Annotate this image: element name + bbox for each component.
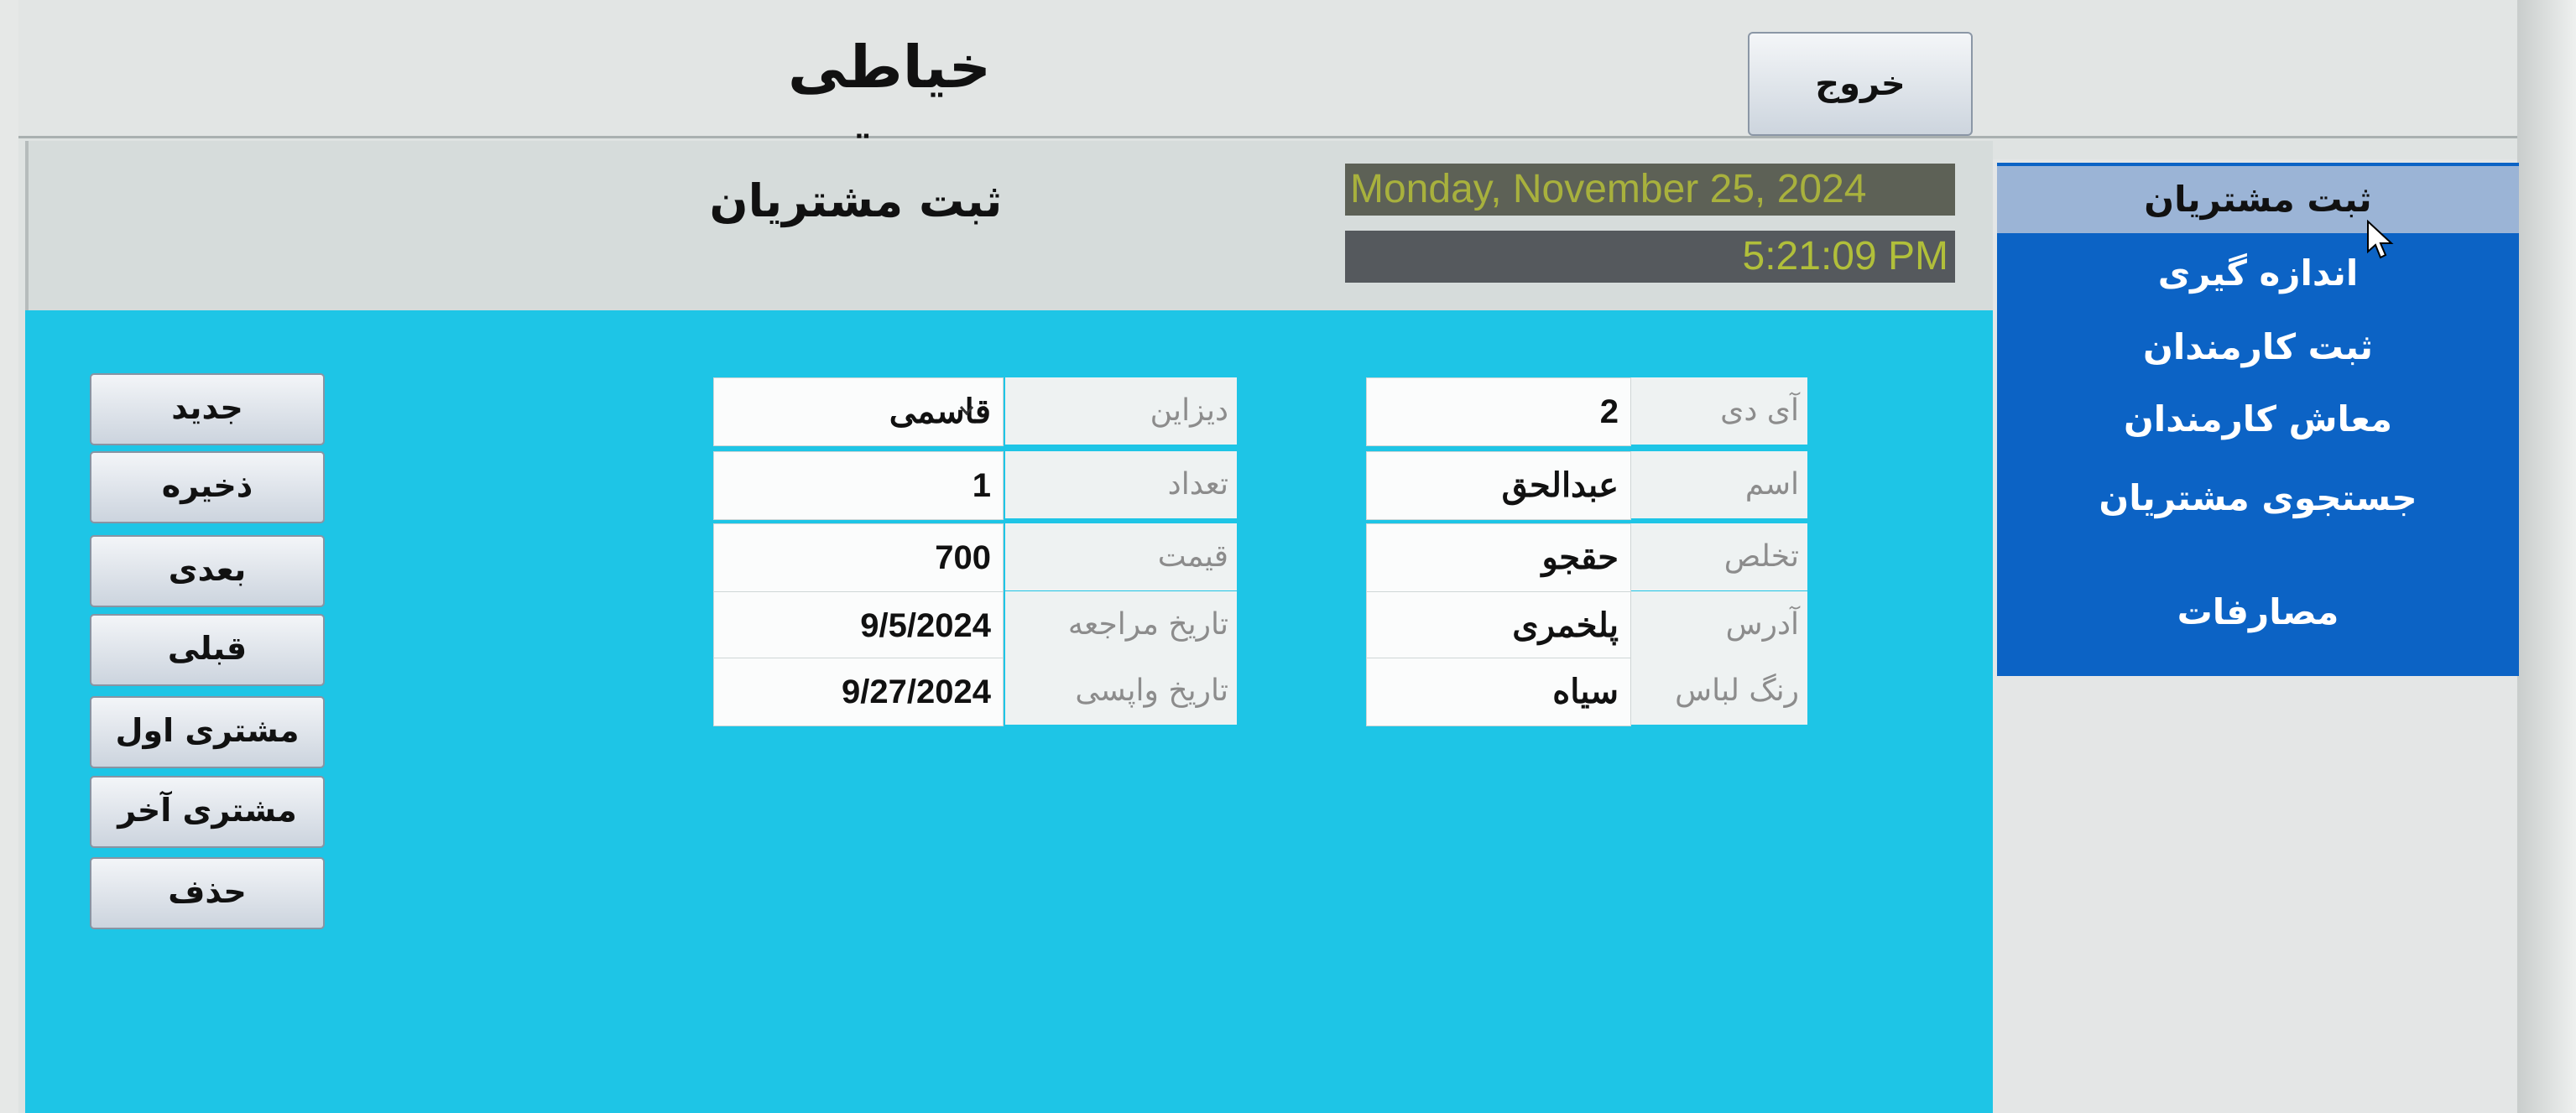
last-customer-button[interactable]: مشتری آخر bbox=[90, 776, 325, 848]
nav-item-employee-registration[interactable]: ثبت کارمندان bbox=[1997, 314, 2519, 381]
chevron-down-icon[interactable] bbox=[952, 386, 981, 436]
id-field[interactable]: 2 bbox=[1366, 377, 1631, 446]
app-title: خیاطی صدیقی bbox=[782, 33, 997, 185]
quantity-label: تعداد bbox=[1005, 451, 1237, 518]
next-button[interactable]: بعدی bbox=[90, 535, 325, 607]
cloth-color-label: رنگ لباس bbox=[1628, 658, 1807, 725]
nav-item-customer-registration[interactable]: ثبت مشتریان bbox=[1997, 166, 2519, 233]
price-label: قیمت bbox=[1005, 523, 1237, 590]
title-bar bbox=[18, 0, 2517, 138]
name-label: اسم bbox=[1628, 451, 1807, 518]
time-display: 5:21:09 PM bbox=[1345, 231, 1955, 283]
date-display: Monday, November 25, 2024 bbox=[1345, 164, 1955, 216]
previous-button[interactable]: قبلی bbox=[90, 614, 325, 686]
delete-button[interactable]: حذف bbox=[90, 857, 325, 929]
address-label: آدرس bbox=[1628, 591, 1807, 658]
name-field[interactable]: عبدالحق bbox=[1366, 451, 1631, 520]
mouse-pointer-icon bbox=[2366, 219, 2395, 260]
nav-item-employee-salary[interactable]: معاش کارمندان bbox=[1997, 386, 2519, 453]
price-field[interactable]: 700 bbox=[713, 523, 1004, 592]
nav-item-measurement[interactable]: اندازه گیری bbox=[1997, 240, 2519, 307]
first-customer-button[interactable]: مشتری اول bbox=[90, 696, 325, 768]
quantity-field[interactable]: 1 bbox=[713, 451, 1004, 520]
cloth-color-field[interactable]: سیاه bbox=[1366, 658, 1631, 726]
return-date-label: تاریخ واپسی bbox=[1005, 658, 1237, 725]
nav-item-customer-search[interactable]: جستجوی مشتریان bbox=[1997, 465, 2519, 532]
return-date-field[interactable]: 9/27/2024 bbox=[713, 658, 1004, 726]
section-title: ثبت مشتریان bbox=[709, 174, 1003, 227]
monitor-bezel-left bbox=[0, 0, 18, 1113]
monitor-bezel-right bbox=[2517, 0, 2576, 1113]
address-field[interactable]: پلخمری bbox=[1366, 591, 1631, 660]
id-label: آی دی bbox=[1628, 377, 1807, 445]
nav-item-expenses[interactable]: مصارفات bbox=[1997, 579, 2519, 646]
exit-button[interactable]: خروج bbox=[1748, 32, 1973, 136]
visit-date-field[interactable]: 9/5/2024 bbox=[713, 591, 1004, 660]
surname-label: تخلص bbox=[1628, 523, 1807, 590]
design-label: دیزاین bbox=[1005, 377, 1237, 445]
save-button[interactable]: ذخیره bbox=[90, 451, 325, 523]
new-button[interactable]: جدید bbox=[90, 373, 325, 445]
sidebar-nav: ثبت مشتریان اندازه گیری ثبت کارمندان معا… bbox=[1997, 163, 2519, 676]
visit-date-label: تاریخ مراجعه bbox=[1005, 591, 1237, 658]
surname-field[interactable]: حقجو bbox=[1366, 523, 1631, 592]
